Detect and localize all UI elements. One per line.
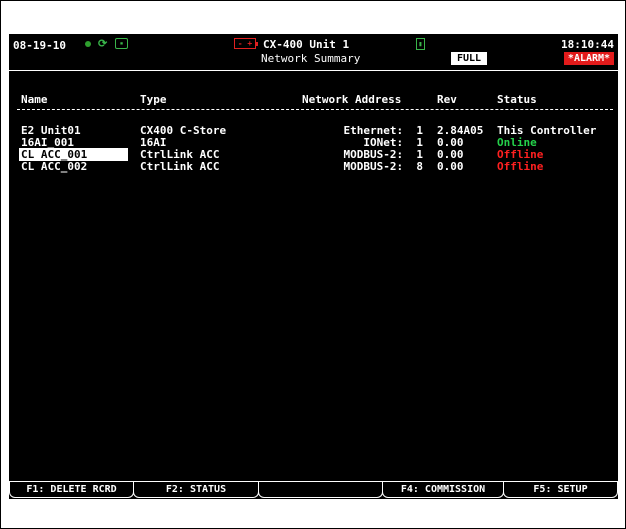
header-date: 08-19-10 [13,39,66,52]
row-address: MODBUS-2: 8 [343,160,423,173]
f4-commission-button[interactable]: F4: COMMISSION [382,482,504,498]
row-rev: 0.00 [437,160,464,173]
f5-setup-button[interactable]: F5: SETUP [503,482,618,498]
row-type: CtrlLink ACC [140,160,220,173]
full-badge: FULL [451,52,487,65]
screen-title: Network Summary [261,52,361,65]
col-header-name: Name [21,93,48,106]
module-icon: ▪ [115,38,128,49]
header-time: 18:10:44 [561,38,614,51]
table-row[interactable]: E2 Unit01 CX400 C-Store Ethernet: 1 2.84… [9,124,618,137]
col-header-rev: Rev [437,93,457,106]
f2-status-button[interactable]: F2: STATUS [133,482,259,498]
header-bar: 08-19-10 ⟳ ▪ - + CX-400 Unit 1 Network S… [9,34,618,71]
battery-icon: - + [234,38,258,49]
alarm-badge[interactable]: *ALARM* [564,52,614,65]
window-frame: 08-19-10 ⟳ ▪ - + CX-400 Unit 1 Network S… [0,0,626,529]
unit-title: CX-400 Unit 1 [263,38,350,51]
row-status: Offline [497,160,544,173]
network-icon: ⟳ [98,37,108,50]
col-header-status: Status [497,93,537,106]
row-name: CL ACC_002 [21,160,88,173]
controller-screen: 08-19-10 ⟳ ▪ - + CX-400 Unit 1 Network S… [9,34,618,499]
table-row-selected[interactable]: CL ACC_001 CtrlLink ACC MODBUS-2: 1 0.00… [9,148,618,161]
table-row[interactable]: 16AI_001 16AI IONet: 1 0.00 Online [9,136,618,149]
col-header-address: Network Address [302,93,402,106]
col-header-type: Type [140,93,167,106]
function-key-bar: F1: DELETE RCRD F2: STATUS F4: COMMISSIO… [9,481,618,500]
f1-delete-record-button[interactable]: F1: DELETE RCRD [9,482,134,498]
lock-icon: ▮ [416,38,425,50]
f3-empty-button[interactable] [258,482,383,498]
table-row[interactable]: CL ACC_002 CtrlLink ACC MODBUS-2: 8 0.00… [9,160,618,173]
status-dot-icon [85,41,91,47]
header-divider [17,109,613,110]
